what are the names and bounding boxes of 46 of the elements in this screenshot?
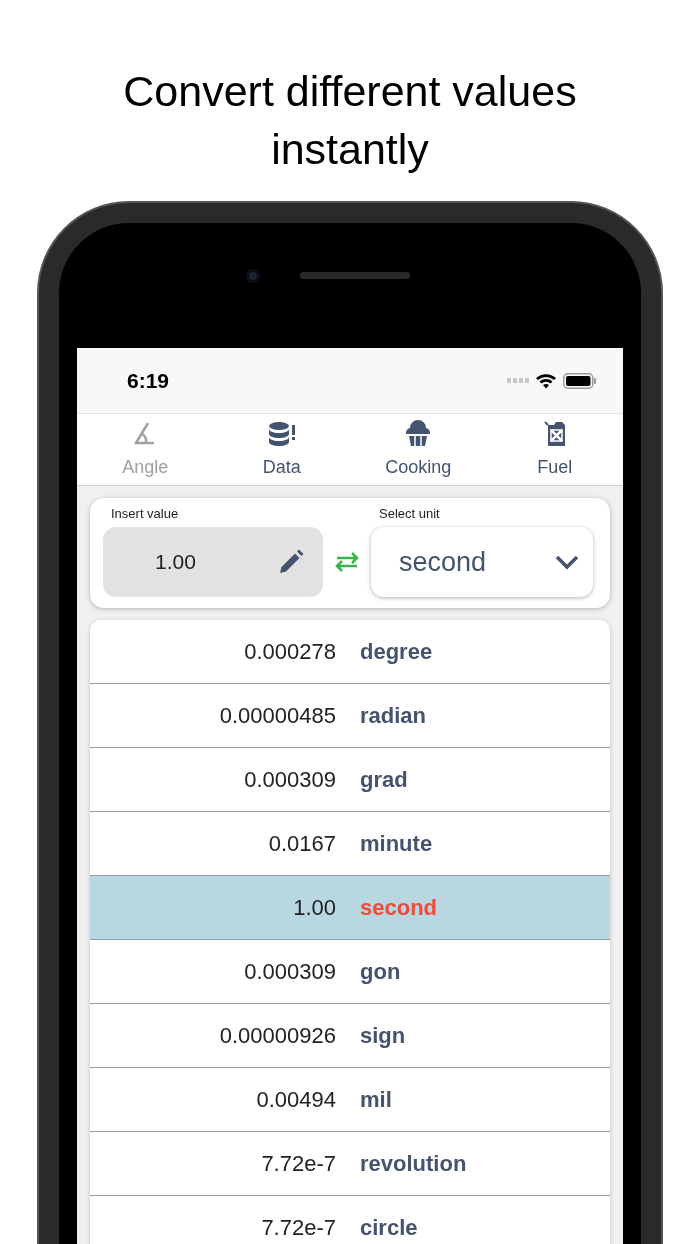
category-tab[interactable]: Fuel <box>486 414 623 485</box>
result-row[interactable]: 7.72e-7 circle <box>90 1196 610 1244</box>
result-row[interactable]: 0.00494 mil <box>90 1068 610 1132</box>
unit-name: second <box>360 894 438 921</box>
result-row[interactable]: 0.00000485 radian <box>90 684 610 748</box>
unit-name: degree <box>360 638 433 665</box>
result-row[interactable]: 1.00 second <box>90 876 610 940</box>
value-field[interactable]: 1.00 <box>103 527 323 597</box>
result-row[interactable]: 0.00000926 sign <box>90 1004 610 1068</box>
result-value: 0.0167 <box>267 830 336 857</box>
result-row[interactable]: 0.000309 grad <box>90 748 610 812</box>
unit-name: mil <box>360 1086 392 1113</box>
result-value: 7.72e-7 <box>260 1150 336 1177</box>
category-tab[interactable]: Cooking <box>350 414 487 485</box>
swap-icon[interactable] <box>333 551 361 573</box>
select-label: Select unit <box>378 506 441 521</box>
chevron-down-icon <box>555 554 579 570</box>
result-value: 0.000278 <box>243 638 336 665</box>
camera-icon <box>245 268 260 283</box>
result-value: 0.000309 <box>243 958 336 985</box>
database-icon <box>266 419 297 449</box>
signal-icon <box>507 378 529 383</box>
result-value: 0.00494 <box>255 1086 336 1113</box>
unit-name: revolution <box>360 1150 467 1177</box>
result-value: 1.00 <box>292 894 336 921</box>
input-label: Insert value <box>110 506 180 521</box>
result-value: 0.00000926 <box>218 1022 336 1049</box>
status-time: 6:19 <box>127 368 170 393</box>
result-row[interactable]: 0.000278 degree <box>90 620 610 684</box>
unit-name: sign <box>360 1022 406 1049</box>
result-row[interactable]: 0.000309 gon <box>90 940 610 1004</box>
unit-name: circle <box>360 1214 418 1241</box>
result-value: 0.000309 <box>243 766 336 793</box>
unit-name: minute <box>360 830 433 857</box>
unit-name: grad <box>360 766 408 793</box>
battery-icon <box>563 372 597 389</box>
unit-name: gon <box>360 958 401 985</box>
pencil-icon <box>277 548 305 576</box>
result-value: 0.00000485 <box>218 702 336 729</box>
wifi-icon <box>535 372 557 389</box>
result-row[interactable]: 7.72e-7 revolution <box>90 1132 610 1196</box>
unit-name: radian <box>360 702 427 729</box>
headline: Convert different values instantly <box>122 66 578 175</box>
result-value: 7.72e-7 <box>260 1214 336 1241</box>
unit-dropdown[interactable]: second <box>371 527 593 597</box>
category-tab[interactable]: Data <box>213 414 350 485</box>
